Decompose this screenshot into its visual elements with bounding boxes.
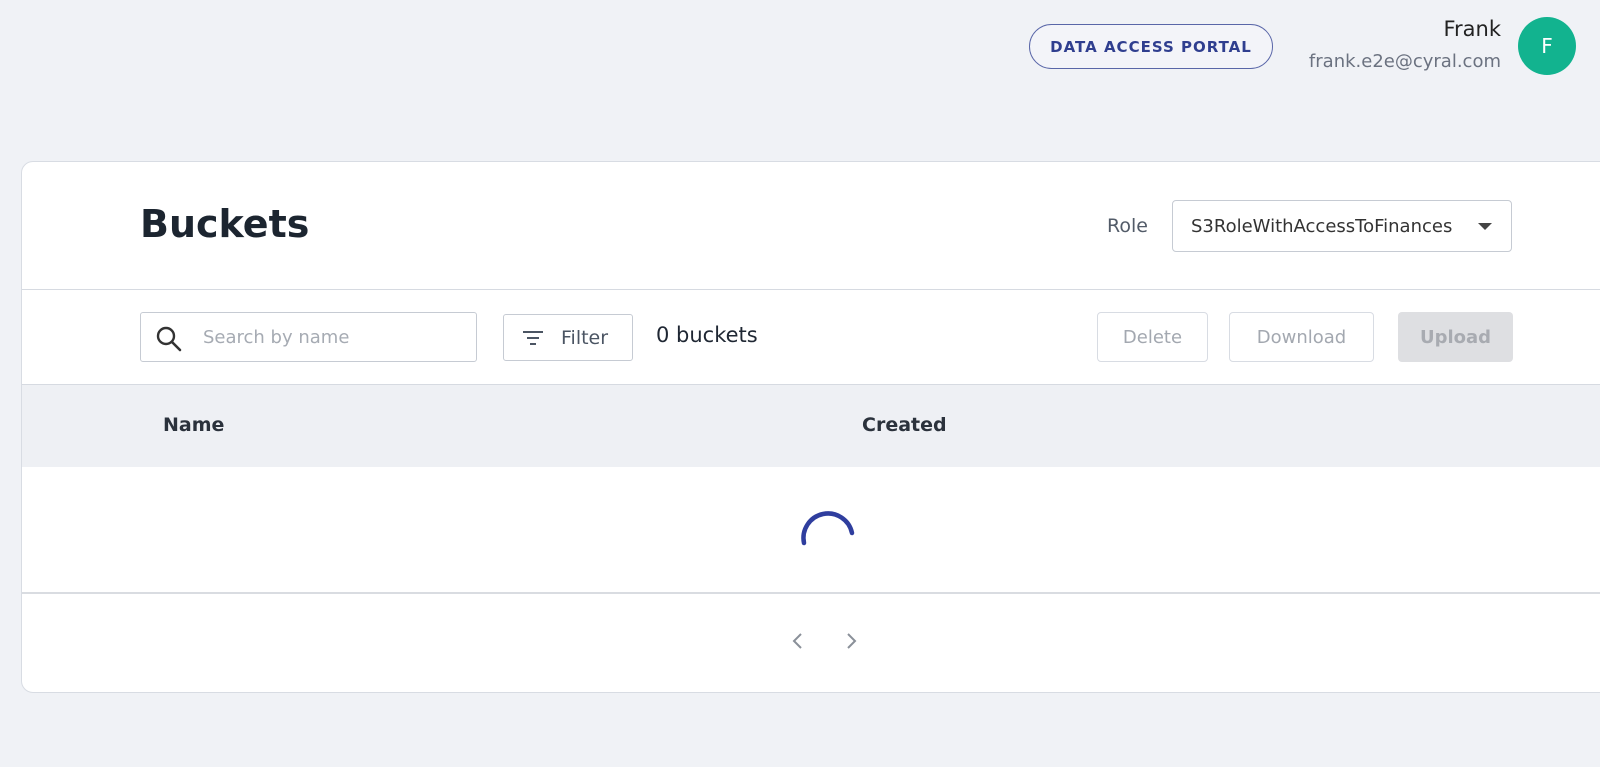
- avatar[interactable]: F: [1518, 17, 1576, 75]
- search-input[interactable]: [203, 313, 463, 361]
- download-button[interactable]: Download: [1229, 312, 1374, 362]
- user-email: frank.e2e@cyral.com: [1308, 51, 1501, 72]
- search-icon: [156, 326, 182, 352]
- top-bar: DATA ACCESS PORTAL Frank frank.e2e@cyral…: [0, 0, 1600, 100]
- toolbar: Filter 0 buckets Delete Download Upload: [22, 290, 1600, 385]
- pagination: [22, 594, 1600, 692]
- user-name: Frank: [1443, 17, 1501, 41]
- role-label: Role: [1107, 215, 1148, 237]
- table-header: Name Created: [22, 385, 1600, 467]
- table-body: [22, 467, 1600, 594]
- filter-button[interactable]: Filter: [503, 314, 633, 361]
- delete-button[interactable]: Delete: [1097, 312, 1208, 362]
- buckets-card: Buckets Role S3RoleWithAccessToFinances …: [21, 161, 1600, 693]
- column-header-name[interactable]: Name: [163, 414, 224, 436]
- card-header: Buckets Role S3RoleWithAccessToFinances: [22, 162, 1600, 290]
- chevron-left-icon[interactable]: [787, 630, 809, 652]
- data-access-portal-badge[interactable]: DATA ACCESS PORTAL: [1029, 24, 1273, 69]
- upload-button[interactable]: Upload: [1398, 312, 1513, 362]
- filter-label: Filter: [561, 327, 609, 349]
- page-title: Buckets: [140, 202, 310, 246]
- loading-spinner-icon: [801, 511, 855, 546]
- column-header-created[interactable]: Created: [862, 414, 947, 436]
- role-select[interactable]: S3RoleWithAccessToFinances: [1172, 200, 1512, 252]
- caret-down-icon: [1478, 223, 1492, 230]
- chevron-right-icon[interactable]: [840, 630, 862, 652]
- role-select-value: S3RoleWithAccessToFinances: [1191, 215, 1453, 237]
- search-box[interactable]: [140, 312, 477, 362]
- filter-icon: [523, 331, 543, 345]
- bucket-count: 0 buckets: [656, 323, 758, 347]
